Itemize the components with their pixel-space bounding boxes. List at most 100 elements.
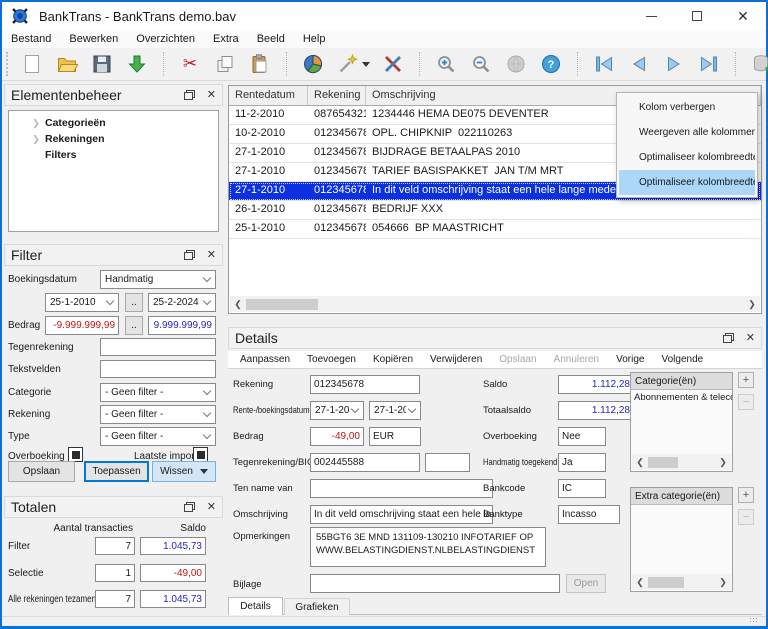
ctx-optimaliseer-kolombreedte[interactable]: Optimaliseer kolombreedte (619, 145, 755, 170)
laatste-import-checkbox[interactable] (193, 447, 208, 462)
undock-icon[interactable] (184, 90, 195, 100)
menu-beeld[interactable]: Beeld (248, 31, 294, 47)
scroll-left-icon[interactable]: ❮ (632, 457, 648, 468)
action-verwijderen[interactable]: Verwijderen (430, 354, 482, 365)
wand-dropdown-icon[interactable] (362, 62, 370, 67)
rekening-select[interactable]: - Geen filter - (100, 405, 216, 424)
bankcode-field[interactable]: IC (558, 479, 606, 498)
toepassen-button[interactable]: Toepassen (84, 461, 149, 482)
scroll-left-icon[interactable]: ❮ (632, 577, 648, 588)
db-add-button[interactable] (748, 50, 768, 78)
menu-overzichten[interactable]: Overzichten (127, 31, 204, 47)
new-document-button[interactable] (18, 50, 46, 78)
action-volgende[interactable]: Volgende (661, 354, 703, 365)
scrollbar-thumb[interactable] (648, 577, 684, 588)
tekstvelden-input[interactable] (100, 360, 216, 378)
bijlage-field[interactable] (310, 574, 560, 593)
date-range-button[interactable]: .. (125, 293, 143, 312)
column-header-rekening[interactable]: Rekening (308, 86, 366, 105)
rekening-detail-field[interactable]: 012345678 (310, 375, 420, 394)
bic-field[interactable] (425, 453, 470, 472)
auto-categorize-button[interactable] (334, 50, 372, 78)
tegenrekening-input[interactable] (100, 338, 216, 356)
overboeking-checkbox[interactable] (68, 447, 83, 462)
tree-item-categorieen[interactable]: ❯Categorieën (9, 115, 218, 131)
menu-help[interactable]: Help (294, 31, 335, 47)
action-kopieren[interactable]: Kopiëren (373, 354, 413, 365)
date-from-select[interactable]: 25-1-2010 (45, 293, 119, 312)
bedrag-min-input[interactable]: -9.999.999,99 (45, 316, 119, 335)
categorie-scrollbar[interactable]: ❮ ❯ (632, 454, 731, 470)
boekingsdatum-select[interactable]: Handmatig (100, 270, 216, 289)
scroll-left-icon[interactable]: ❮ (230, 299, 246, 310)
column-header-rentedatum[interactable]: Rentedatum (229, 86, 308, 105)
tools-button[interactable] (379, 50, 407, 78)
ctx-optimaliseer-kolombreedtes[interactable]: Optimaliseer kolombreedtes (619, 170, 755, 195)
cut-button[interactable]: ✂ (176, 50, 204, 78)
action-toevoegen[interactable]: Toevoegen (307, 354, 356, 365)
bedrag-range-button[interactable]: .. (125, 316, 143, 335)
add-extra-categorie-button[interactable]: + (738, 487, 754, 503)
menu-bewerken[interactable]: Bewerken (60, 31, 127, 47)
valuta-field[interactable]: EUR (369, 427, 421, 446)
menu-extra[interactable]: Extra (204, 31, 248, 47)
action-aanpassen[interactable]: Aanpassen (240, 354, 290, 365)
save-button[interactable] (88, 50, 116, 78)
add-categorie-button[interactable]: + (738, 372, 754, 388)
tree-item-rekeningen[interactable]: ❯Rekeningen (9, 131, 218, 147)
minimize-button[interactable] (628, 2, 674, 30)
help-button[interactable]: ? (537, 50, 565, 78)
table-row[interactable]: 26-1-2010 012345678 BEDRIJF XXX (229, 201, 761, 220)
globe-button[interactable] (502, 50, 530, 78)
banktype-field[interactable]: Incasso (558, 505, 620, 524)
overboeking-detail-field[interactable]: Nee (558, 427, 606, 446)
chevron-right-icon[interactable]: ❯ (27, 118, 45, 129)
last-record-button[interactable] (695, 50, 723, 78)
close-panel-icon[interactable]: ✕ (207, 250, 216, 261)
ctx-weergeven-alle-kolommen[interactable]: Weergeven alle kolommen (619, 120, 755, 145)
previous-record-button[interactable] (625, 50, 653, 78)
first-record-button[interactable] (590, 50, 618, 78)
copy-button[interactable] (211, 50, 239, 78)
resize-grip[interactable] (749, 617, 758, 624)
categorie-list-item[interactable]: Abonnementen & telecom (631, 390, 732, 405)
close-panel-icon[interactable]: ✕ (746, 333, 755, 344)
pie-chart-button[interactable] (299, 50, 327, 78)
bedrag-detail-field[interactable]: -49,00 (310, 427, 364, 446)
opmerkingen-textarea[interactable]: 55BGT6 3E MND 131109-130210 INFOTARIEF O… (310, 527, 546, 567)
scroll-right-icon[interactable]: ❯ (715, 457, 731, 468)
close-panel-icon[interactable]: ✕ (207, 90, 216, 101)
bedrag-max-input[interactable]: 9.999.999,99 (148, 316, 216, 335)
chevron-right-icon[interactable]: ❯ (27, 134, 45, 145)
undock-icon[interactable] (184, 502, 195, 512)
maximize-button[interactable] (674, 2, 720, 30)
wissen-dropdown-icon[interactable] (200, 469, 208, 474)
ctx-kolom-verbergen[interactable]: Kolom verbergen (619, 95, 755, 120)
action-vorige[interactable]: Vorige (616, 354, 644, 365)
menu-bestand[interactable]: Bestand (2, 31, 60, 47)
ten-name-van-field[interactable] (310, 479, 493, 498)
paste-button[interactable] (246, 50, 274, 78)
scroll-right-icon[interactable]: ❯ (715, 577, 731, 588)
import-transactions-button[interactable] (123, 50, 151, 78)
type-select[interactable]: - Geen filter - (100, 427, 216, 446)
tab-details[interactable]: Details (228, 597, 283, 615)
open-file-button[interactable] (53, 50, 81, 78)
scrollbar-thumb[interactable] (648, 457, 678, 468)
scroll-right-icon[interactable]: ❯ (744, 299, 760, 310)
boekingsdatum-detail-select[interactable]: 27-1-2010 (369, 401, 421, 420)
close-panel-icon[interactable]: ✕ (207, 502, 216, 513)
scrollbar-thumb[interactable] (246, 299, 318, 310)
opslaan-filter-button[interactable]: Opslaan (8, 461, 75, 482)
extra-categorie-scrollbar[interactable]: ❮ ❯ (632, 574, 731, 590)
undock-icon[interactable] (723, 333, 734, 343)
zoom-in-button[interactable] (432, 50, 460, 78)
table-row[interactable]: 25-1-2010 012345678 054666 BP MAASTRICHT (229, 220, 761, 239)
rentedatum-select[interactable]: 27-1-2010 (310, 401, 364, 420)
close-button[interactable]: ✕ (720, 2, 766, 30)
categorie-select[interactable]: - Geen filter - (100, 383, 216, 402)
handmatig-toegekend-field[interactable]: Ja (558, 453, 606, 472)
zoom-out-button[interactable] (467, 50, 495, 78)
tegenrekening-detail-field[interactable]: 002445588 (310, 453, 420, 472)
wissen-button[interactable]: Wissen (152, 461, 216, 482)
